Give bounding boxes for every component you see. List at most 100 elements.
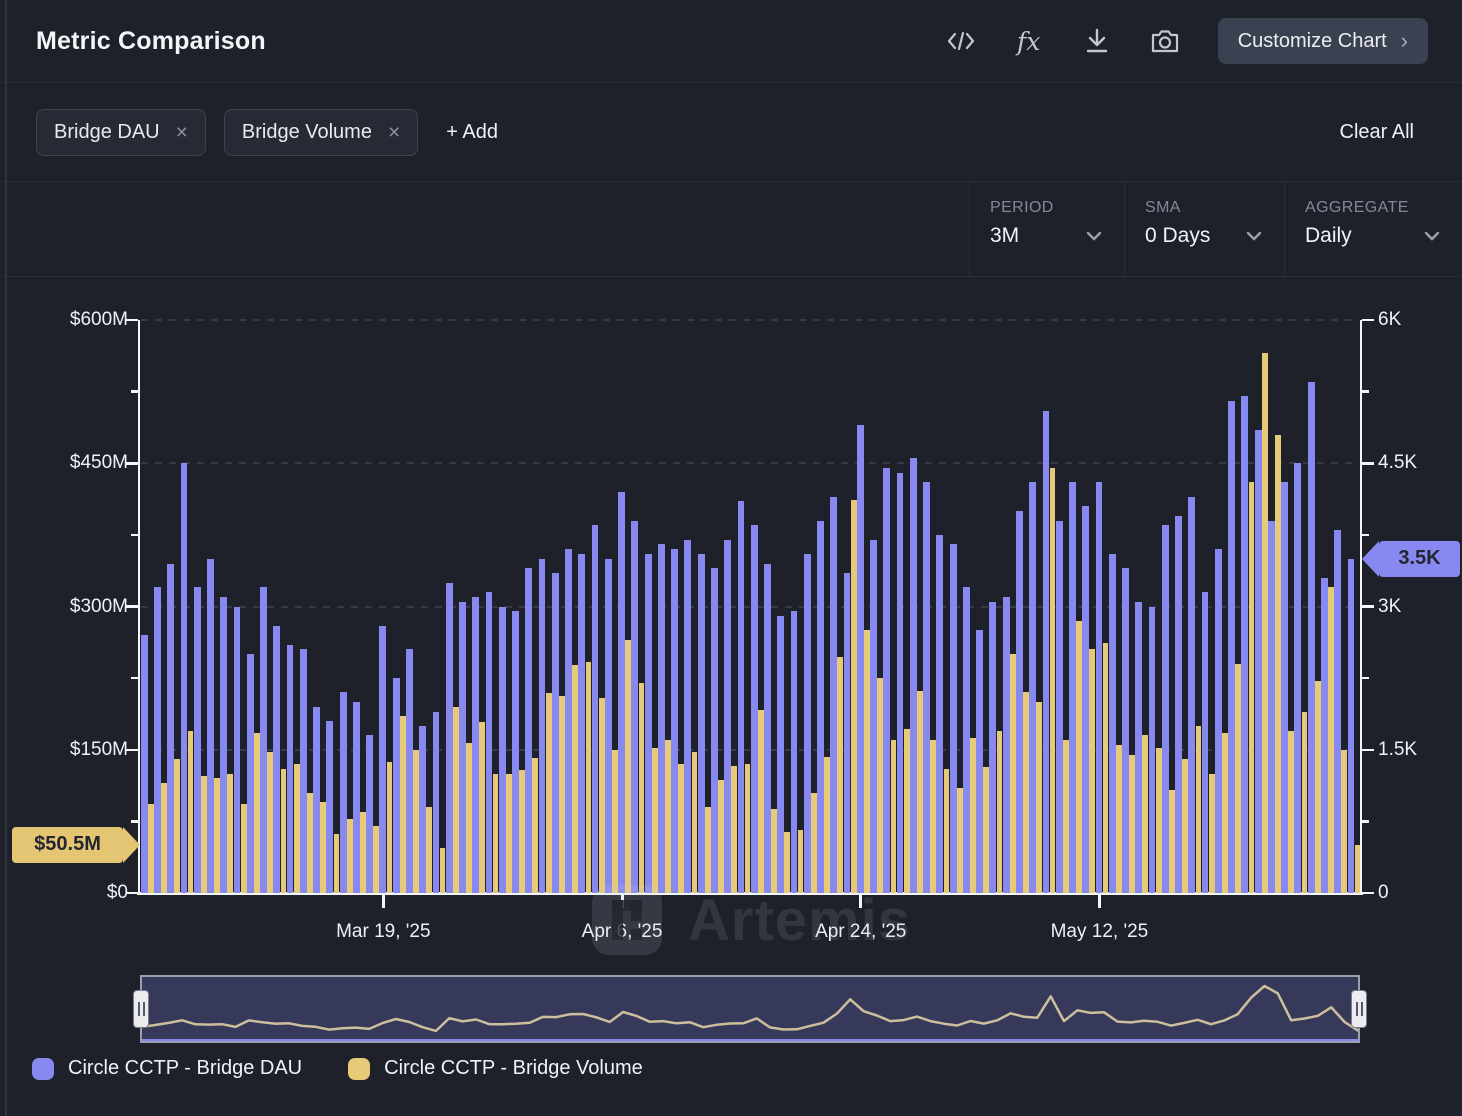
bar-volume[interactable] — [413, 750, 419, 893]
bar-volume[interactable] — [930, 740, 936, 893]
bar-volume[interactable] — [294, 764, 300, 893]
navigator-right-handle[interactable] — [1351, 990, 1367, 1028]
bar-volume[interactable] — [546, 693, 552, 893]
bar-dau[interactable] — [1109, 554, 1116, 893]
bar-dau[interactable] — [950, 544, 957, 893]
bar-volume[interactable] — [1156, 748, 1162, 893]
bar-dau[interactable] — [260, 587, 267, 893]
bar-dau[interactable] — [1175, 516, 1182, 893]
bar-volume[interactable] — [360, 812, 366, 893]
bar-volume[interactable] — [1209, 774, 1215, 893]
bar-dau[interactable] — [923, 482, 930, 893]
aggregate-dropdown[interactable]: AGGREGATE Daily — [1284, 183, 1462, 276]
bar-dau[interactable] — [989, 602, 996, 893]
bar-dau[interactable] — [1241, 396, 1248, 893]
bar-volume[interactable] — [718, 780, 724, 893]
bar-dau[interactable] — [181, 463, 188, 893]
bar-dau[interactable] — [1029, 482, 1036, 893]
add-metric-button[interactable]: + Add — [446, 121, 498, 144]
bar-dau[interactable] — [963, 587, 970, 893]
bar-dau[interactable] — [857, 425, 864, 893]
bar-volume[interactable] — [771, 809, 777, 893]
bar-volume[interactable] — [1036, 702, 1042, 893]
bar-dau[interactable] — [671, 549, 678, 893]
bar-volume[interactable] — [267, 752, 273, 893]
bar-dau[interactable] — [844, 573, 851, 893]
bar-volume[interactable] — [851, 500, 857, 893]
bar-volume[interactable] — [453, 707, 459, 893]
legend-item-bridge-dau[interactable]: Circle CCTP - Bridge DAU — [32, 1057, 302, 1080]
download-icon[interactable] — [1082, 26, 1112, 56]
bar-dau[interactable] — [645, 554, 652, 893]
bar-volume[interactable] — [1050, 468, 1056, 893]
bar-volume[interactable] — [612, 750, 618, 893]
bar-volume[interactable] — [506, 774, 512, 893]
bar-volume[interactable] — [692, 752, 698, 893]
bar-volume[interactable] — [188, 731, 194, 893]
bar-dau[interactable] — [1135, 602, 1142, 893]
bar-volume[interactable] — [532, 758, 538, 893]
bar-volume[interactable] — [1196, 726, 1202, 893]
bar-dau[interactable] — [433, 712, 440, 893]
bar-dau[interactable] — [618, 492, 625, 893]
bar-dau[interactable] — [1069, 482, 1076, 893]
bar-dau[interactable] — [326, 721, 333, 893]
bar-volume[interactable] — [1315, 681, 1321, 893]
bar-volume[interactable] — [1222, 733, 1228, 893]
bar-volume[interactable] — [440, 848, 446, 893]
bar-dau[interactable] — [1082, 506, 1089, 893]
bar-dau[interactable] — [830, 497, 837, 893]
bar-volume[interactable] — [1288, 731, 1294, 893]
bar-dau[interactable] — [539, 559, 546, 893]
bar-volume[interactable] — [1129, 755, 1135, 893]
bar-dau[interactable] — [393, 678, 400, 893]
bar-dau[interactable] — [1096, 482, 1103, 893]
bar-dau[interactable] — [1003, 597, 1010, 893]
bar-dau[interactable] — [459, 602, 466, 893]
bar-volume[interactable] — [705, 807, 711, 893]
bar-volume[interactable] — [214, 778, 220, 893]
bar-dau[interactable] — [817, 521, 824, 893]
bar-volume[interactable] — [731, 766, 737, 893]
bar-volume[interactable] — [148, 804, 154, 893]
legend-item-bridge-volume[interactable]: Circle CCTP - Bridge Volume — [348, 1057, 643, 1080]
bar-dau[interactable] — [247, 654, 254, 893]
bar-dau[interactable] — [565, 549, 572, 893]
bar-dau[interactable] — [353, 702, 360, 893]
bar-dau[interactable] — [870, 540, 877, 893]
bar-dau[interactable] — [764, 564, 771, 893]
bar-volume[interactable] — [798, 830, 804, 893]
bar-dau[interactable] — [1215, 549, 1222, 893]
bar-volume[interactable] — [745, 764, 751, 893]
bar-volume[interactable] — [837, 657, 843, 893]
bar-volume[interactable] — [891, 740, 897, 893]
bar-dau[interactable] — [379, 626, 386, 893]
bar-dau[interactable] — [486, 592, 493, 893]
close-icon[interactable]: × — [388, 121, 400, 145]
bar-volume[interactable] — [1235, 664, 1241, 893]
bar-volume[interactable] — [864, 630, 870, 893]
bar-volume[interactable] — [1076, 621, 1082, 893]
bar-volume[interactable] — [652, 748, 658, 893]
bar-dau[interactable] — [207, 559, 214, 893]
bar-volume[interactable] — [877, 678, 883, 893]
bar-dau[interactable] — [1228, 401, 1235, 893]
bar-volume[interactable] — [281, 769, 287, 893]
bar-volume[interactable] — [572, 665, 578, 893]
bar-dau[interactable] — [897, 473, 904, 893]
bar-volume[interactable] — [758, 710, 764, 893]
bar-dau[interactable] — [936, 535, 943, 893]
bar-volume[interactable] — [307, 793, 313, 893]
bar-dau[interactable] — [804, 554, 811, 893]
bar-dau[interactable] — [883, 468, 890, 893]
bar-dau[interactable] — [1334, 530, 1341, 893]
navigator-left-handle[interactable] — [133, 990, 149, 1028]
bar-dau[interactable] — [684, 540, 691, 893]
bar-dau[interactable] — [141, 635, 148, 893]
bar-volume[interactable] — [625, 640, 631, 893]
chip-bridge-dau[interactable]: Bridge DAU × — [36, 109, 206, 156]
bar-dau[interactable] — [419, 726, 426, 893]
bar-dau[interactable] — [552, 573, 559, 893]
bar-volume[interactable] — [227, 774, 233, 893]
bar-volume[interactable] — [161, 783, 167, 893]
